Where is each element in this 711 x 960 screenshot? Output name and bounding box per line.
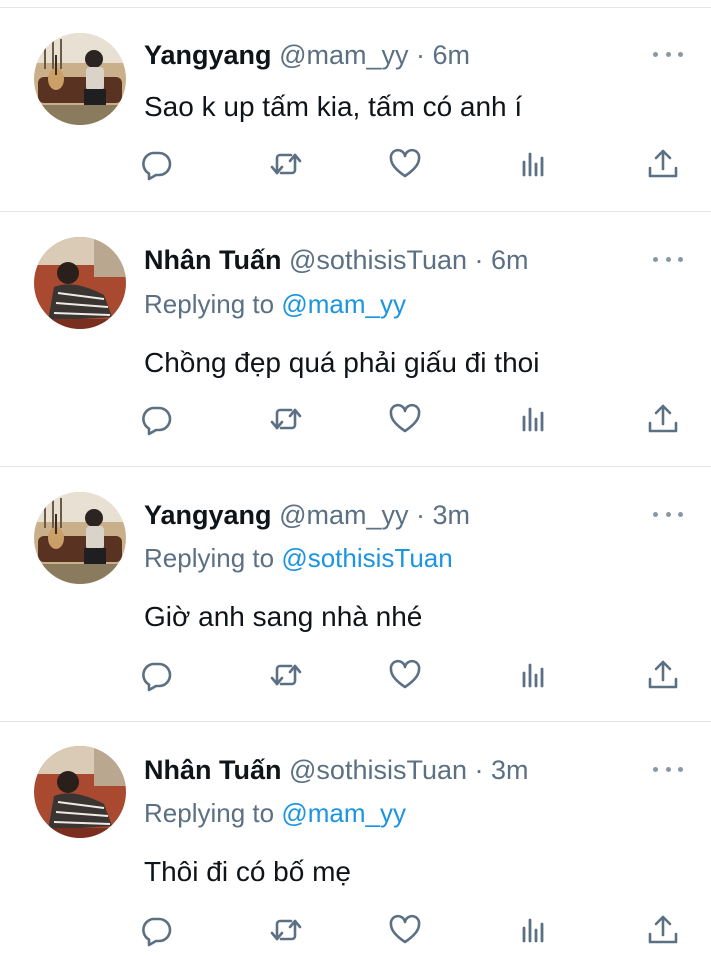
more-options-icon[interactable]: [653, 50, 683, 58]
replying-to: Replying to @mam_yy: [144, 797, 406, 829]
tweet-actions: [0, 146, 711, 182]
avatar[interactable]: [34, 492, 126, 584]
separator: ·: [416, 40, 426, 70]
separator: ·: [416, 500, 426, 530]
display-name[interactable]: Yangyang: [144, 500, 272, 530]
retweet-icon[interactable]: [268, 657, 304, 693]
share-icon[interactable]: [645, 146, 681, 182]
like-icon[interactable]: [387, 657, 423, 693]
display-name[interactable]: Nhân Tuấn: [144, 245, 282, 275]
reply-icon[interactable]: [138, 657, 174, 693]
share-icon[interactable]: [645, 401, 681, 437]
handle[interactable]: @mam_yy: [279, 500, 408, 530]
tweet-actions: [0, 912, 711, 948]
tweet-header: Yangyang @mam_yy · 6m: [144, 39, 470, 71]
timestamp[interactable]: 3m: [433, 500, 471, 530]
like-icon[interactable]: [387, 401, 423, 437]
analytics-icon[interactable]: [515, 657, 551, 693]
retweet-icon[interactable]: [268, 912, 304, 948]
divider: [0, 211, 711, 212]
avatar[interactable]: [34, 746, 126, 838]
share-icon[interactable]: [645, 657, 681, 693]
retweet-icon[interactable]: [268, 146, 304, 182]
like-icon[interactable]: [387, 146, 423, 182]
more-options-icon[interactable]: [653, 765, 683, 773]
separator: ·: [474, 245, 484, 275]
replying-to-label: Replying to: [144, 289, 275, 319]
handle[interactable]: @sothisisTuan: [289, 245, 467, 275]
tweet-text: Giờ anh sang nhà nhé: [144, 601, 423, 632]
mention-link[interactable]: @mam_yy: [281, 798, 406, 828]
reply-icon[interactable]: [138, 146, 174, 182]
tweet-actions: [0, 401, 711, 437]
tweet-header: Yangyang @mam_yy · 3m: [144, 499, 470, 531]
retweet-icon[interactable]: [268, 401, 304, 437]
tweet-header: Nhân Tuấn @sothisisTuan · 6m: [144, 244, 529, 276]
tweet-text: Thôi đi có bố mẹ: [144, 856, 351, 887]
tweet-text: Sao k up tấm kia, tấm có anh í: [144, 91, 523, 122]
timestamp[interactable]: 6m: [491, 245, 529, 275]
yangyang-avatar-image: [34, 492, 126, 584]
display-name[interactable]: Yangyang: [144, 40, 272, 70]
mention-link[interactable]: @sothisisTuan: [281, 543, 452, 573]
more-options-icon[interactable]: [653, 255, 683, 263]
separator: ·: [474, 755, 484, 785]
tweet-actions: [0, 657, 711, 693]
divider: [0, 7, 711, 8]
timestamp[interactable]: 3m: [491, 755, 529, 785]
reply-icon[interactable]: [138, 401, 174, 437]
like-icon[interactable]: [387, 912, 423, 948]
tweet-header: Nhân Tuấn @sothisisTuan · 3m: [144, 754, 529, 786]
more-options-icon[interactable]: [653, 510, 683, 518]
share-icon[interactable]: [645, 912, 681, 948]
reply-icon[interactable]: [138, 912, 174, 948]
analytics-icon[interactable]: [515, 146, 551, 182]
mention-link[interactable]: @mam_yy: [281, 289, 406, 319]
divider: [0, 466, 711, 467]
yangyang-avatar-image: [34, 33, 126, 125]
timestamp[interactable]: 6m: [433, 40, 471, 70]
avatar[interactable]: [34, 237, 126, 329]
tweet-thread: Yangyang @mam_yy · 6m Sao k up tấm kia, …: [0, 0, 711, 960]
replying-to-label: Replying to: [144, 543, 275, 573]
analytics-icon[interactable]: [515, 401, 551, 437]
tweet-text: Chồng đẹp quá phải giấu đi thoi: [144, 347, 540, 378]
replying-to: Replying to @mam_yy: [144, 288, 406, 320]
replying-to: Replying to @sothisisTuan: [144, 542, 453, 574]
display-name[interactable]: Nhân Tuấn: [144, 755, 282, 785]
nhan-tuan-avatar-image: [34, 237, 126, 329]
avatar[interactable]: [34, 33, 126, 125]
replying-to-label: Replying to: [144, 798, 275, 828]
handle[interactable]: @sothisisTuan: [289, 755, 467, 785]
handle[interactable]: @mam_yy: [279, 40, 408, 70]
divider: [0, 721, 711, 722]
nhan-tuan-avatar-image: [34, 746, 126, 838]
analytics-icon[interactable]: [515, 912, 551, 948]
